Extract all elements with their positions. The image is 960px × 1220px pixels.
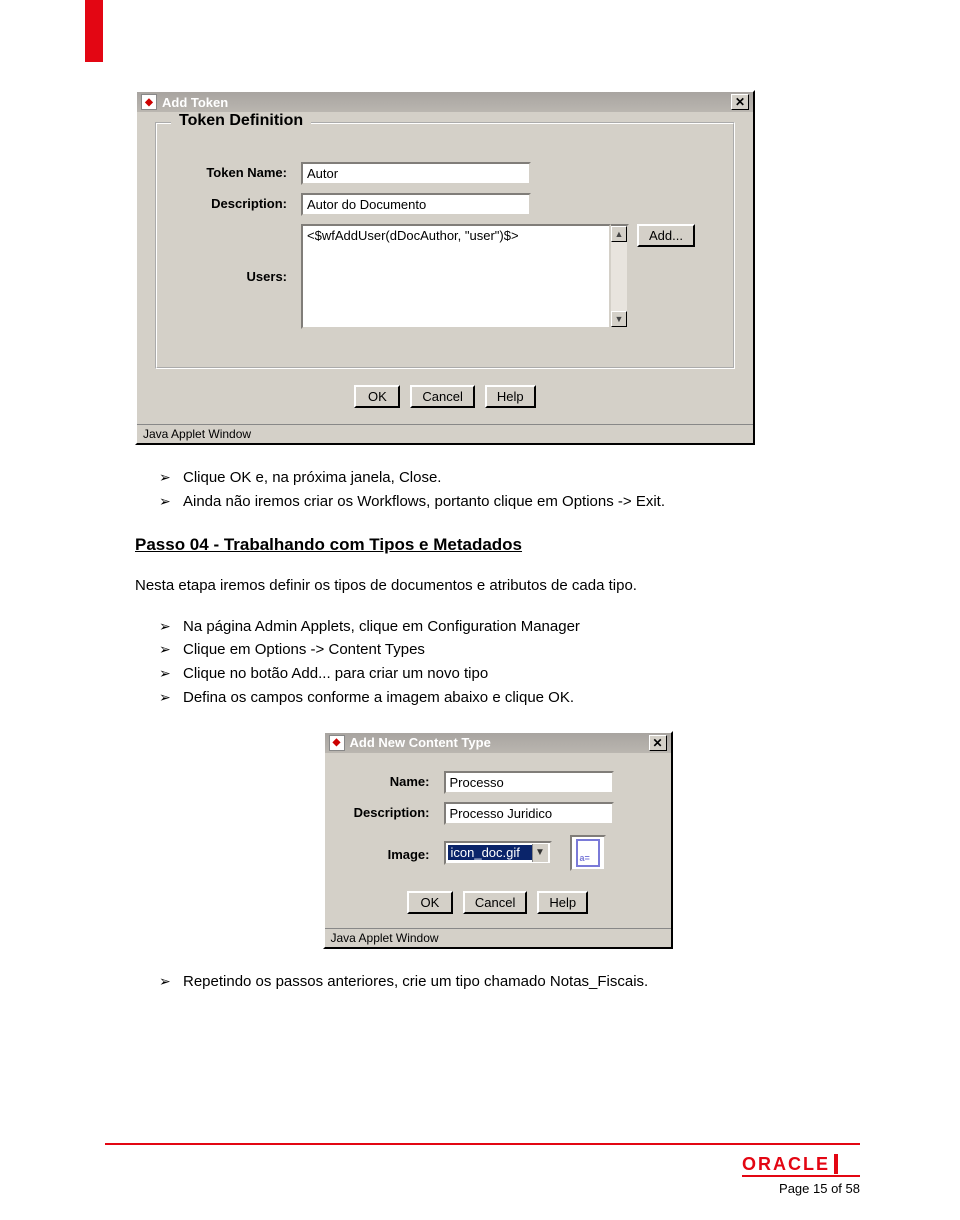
add-content-type-statusbar: Java Applet Window bbox=[325, 928, 671, 947]
image-label: Image: bbox=[339, 844, 444, 862]
list-item: Clique OK e, na próxima janela, Close. bbox=[159, 467, 860, 489]
image-select-value: icon_doc.gif bbox=[448, 845, 532, 860]
list-item: Clique no botão Add... para criar um nov… bbox=[159, 663, 860, 685]
step-04-heading: Passo 04 - Trabalhando com Tipos e Metad… bbox=[135, 535, 860, 555]
token-definition-title: Token Definition bbox=[171, 112, 311, 130]
ok-button[interactable]: OK bbox=[354, 385, 400, 408]
image-preview bbox=[570, 835, 606, 871]
instruction-bullets: Na página Admin Applets, clique em Confi… bbox=[159, 616, 860, 709]
step-04-paragraph: Nesta etapa iremos definir os tipos de d… bbox=[135, 577, 860, 594]
add-content-type-titlebar: ◆ Add New Content Type ✕ bbox=[325, 733, 671, 753]
close-icon[interactable]: ✕ bbox=[649, 735, 667, 751]
scroll-up-icon[interactable]: ▲ bbox=[611, 226, 627, 242]
list-item: Defina os campos conforme a imagem abaix… bbox=[159, 687, 860, 709]
add-token-statusbar: Java Applet Window bbox=[137, 424, 753, 443]
help-button[interactable]: Help bbox=[485, 385, 536, 408]
description-input[interactable] bbox=[444, 802, 614, 825]
oracle-logo-underline bbox=[742, 1175, 860, 1177]
list-item: Ainda não iremos criar os Workflows, por… bbox=[159, 491, 860, 513]
users-scrollbar[interactable]: ▲ ▼ bbox=[611, 224, 629, 329]
list-item: Na página Admin Applets, clique em Confi… bbox=[159, 616, 860, 638]
description-label: Description: bbox=[171, 193, 301, 211]
close-icon[interactable]: ✕ bbox=[731, 94, 749, 110]
add-token-titlebar: ◆ Add Token ✕ bbox=[137, 92, 753, 112]
bullets-after-dialog1: Clique OK e, na próxima janela, Close. A… bbox=[159, 467, 860, 513]
description-input[interactable] bbox=[301, 193, 531, 216]
header-red-accent bbox=[85, 0, 103, 62]
cancel-button[interactable]: Cancel bbox=[410, 385, 474, 408]
scroll-down-icon[interactable]: ▼ bbox=[611, 311, 627, 327]
name-input[interactable] bbox=[444, 771, 614, 794]
token-name-input[interactable] bbox=[301, 162, 531, 185]
users-label: Users: bbox=[171, 269, 301, 284]
add-token-title: Add Token bbox=[162, 95, 228, 110]
add-button[interactable]: Add... bbox=[637, 224, 695, 247]
oracle-logo: ORACLE bbox=[742, 1154, 838, 1174]
bullets-after-dialog2: Repetindo os passos anteriores, crie um … bbox=[159, 971, 860, 993]
add-content-type-app-icon: ◆ bbox=[329, 735, 345, 751]
list-item: Repetindo os passos anteriores, crie um … bbox=[159, 971, 860, 993]
add-content-type-title: Add New Content Type bbox=[350, 735, 491, 750]
add-token-button-row: OK Cancel Help bbox=[155, 379, 735, 414]
cancel-button[interactable]: Cancel bbox=[463, 891, 527, 914]
description-label: Description: bbox=[339, 802, 444, 820]
page-number: Page 15 of 58 bbox=[779, 1181, 860, 1196]
help-button[interactable]: Help bbox=[537, 891, 588, 914]
page-footer: ORACLE Page 15 of 58 bbox=[0, 1143, 960, 1196]
add-content-type-button-row: OK Cancel Help bbox=[339, 885, 657, 920]
name-label: Name: bbox=[339, 771, 444, 789]
chevron-down-icon[interactable]: ▼ bbox=[532, 844, 548, 862]
token-name-label: Token Name: bbox=[171, 162, 301, 180]
doc-icon bbox=[576, 839, 600, 867]
add-token-app-icon: ◆ bbox=[141, 94, 157, 110]
ok-button[interactable]: OK bbox=[407, 891, 453, 914]
list-item: Clique em Options -> Content Types bbox=[159, 639, 860, 661]
add-content-type-dialog: ◆ Add New Content Type ✕ Name: Descripti… bbox=[323, 731, 673, 949]
token-definition-group: Token Definition Token Name: Description… bbox=[155, 122, 735, 369]
users-textarea[interactable]: <$wfAddUser(dDocAuthor, "user")$> bbox=[301, 224, 611, 329]
image-select[interactable]: icon_doc.gif ▼ bbox=[444, 841, 552, 865]
add-token-dialog: ◆ Add Token ✕ Token Definition Token Nam… bbox=[135, 90, 755, 445]
footer-rule bbox=[105, 1143, 860, 1145]
